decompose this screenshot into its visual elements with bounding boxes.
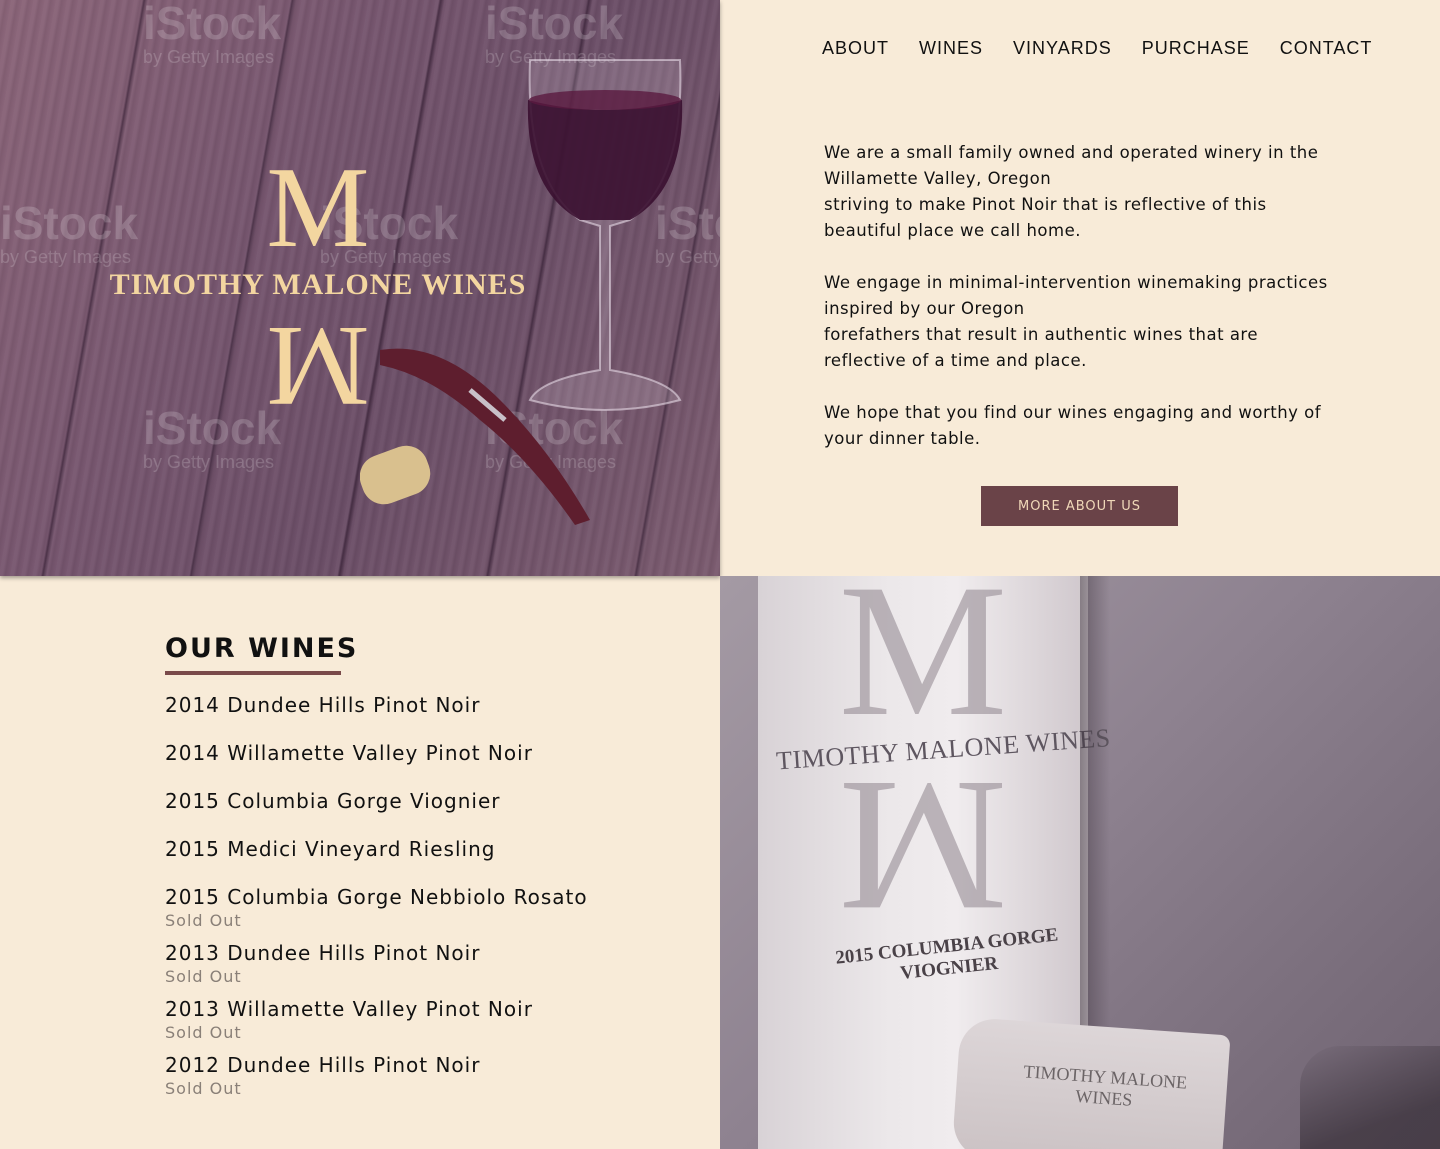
about-line: striving to make Pinot Noir that is refl… bbox=[824, 195, 1267, 214]
nav-wines[interactable]: WINES bbox=[919, 38, 983, 59]
label-monogram-m: M bbox=[838, 576, 1008, 756]
nav-purchase[interactable]: PURCHASE bbox=[1142, 38, 1250, 59]
nav-contact[interactable]: CONTACT bbox=[1280, 38, 1373, 59]
cork: TIMOTHY MALONE WINES bbox=[951, 1016, 1231, 1149]
about-line: forefathers that result in authentic win… bbox=[824, 325, 1259, 344]
logo-monogram-m: M bbox=[266, 144, 370, 272]
nav-about[interactable]: ABOUT bbox=[822, 38, 889, 59]
wine-link[interactable]: 2015 Columbia Gorge Nebbiolo Rosato bbox=[165, 883, 665, 911]
brand-logo: M TIMOTHY MALONE WINES M bbox=[100, 144, 536, 430]
watermark: iStockby Getty Images bbox=[143, 0, 282, 67]
wine-link[interactable]: 2012 Dundee Hills Pinot Noir bbox=[165, 1051, 665, 1079]
cork-wordmark: TIMOTHY MALONE WINES bbox=[1022, 1061, 1188, 1110]
about-section: We are a small family owned and operated… bbox=[824, 140, 1344, 478]
our-wines-section: OUR WINES 2014 Dundee Hills Pinot Noir 2… bbox=[165, 632, 665, 1107]
about-paragraph: We are a small family owned and operated… bbox=[824, 140, 1344, 244]
about-paragraph: We hope that you find our wines engaging… bbox=[824, 400, 1344, 452]
about-line: beautiful place we call home. bbox=[824, 221, 1081, 240]
more-about-us-button[interactable]: MORE ABOUT US bbox=[981, 486, 1178, 526]
logo-monogram-w: M bbox=[266, 302, 370, 430]
about-line: We hope that you find our wines engaging… bbox=[824, 403, 1322, 422]
wine-link[interactable]: 2015 Columbia Gorge Viognier bbox=[165, 787, 665, 815]
about-line: Willamette Valley, Oregon bbox=[824, 169, 1052, 188]
wine-link[interactable]: 2014 Dundee Hills Pinot Noir bbox=[165, 691, 665, 719]
logo-wordmark: TIMOTHY MALONE WINES bbox=[109, 268, 527, 301]
heading-underline bbox=[165, 671, 341, 675]
our-wines-heading: OUR WINES bbox=[165, 633, 359, 664]
wine-link[interactable]: 2013 Willamette Valley Pinot Noir bbox=[165, 995, 665, 1023]
hero-image: iStock by Getty Images iStock by Getty Ima… bbox=[0, 0, 720, 576]
nav-vinyards[interactable]: VINYARDS bbox=[1013, 38, 1112, 59]
sold-out-label: Sold Out bbox=[165, 1079, 242, 1098]
wine-link[interactable]: 2014 Willamette Valley Pinot Noir bbox=[165, 739, 665, 767]
bottle-photo: M M TIMOTHY MALONE WINES 2015 COLUMBIA G… bbox=[720, 576, 1440, 1149]
main-nav: ABOUT WINES VINYARDS PURCHASE CONTACT bbox=[822, 38, 1372, 59]
about-line: your dinner table. bbox=[824, 429, 981, 448]
sold-out-label: Sold Out bbox=[165, 1023, 242, 1042]
about-line: inspired by our Oregon bbox=[824, 299, 1025, 318]
sold-out-label: Sold Out bbox=[165, 967, 242, 986]
about-line: We engage in minimal-intervention winema… bbox=[824, 273, 1328, 292]
wine-link[interactable]: 2013 Dundee Hills Pinot Noir bbox=[165, 939, 665, 967]
corkscrew-shadow bbox=[1300, 1046, 1440, 1149]
about-line: reflective of a time and place. bbox=[824, 351, 1087, 370]
label-monogram-w: M bbox=[838, 741, 1008, 951]
about-line: We are a small family owned and operated… bbox=[824, 143, 1319, 162]
about-paragraph: We engage in minimal-intervention winema… bbox=[824, 270, 1344, 374]
sold-out-label: Sold Out bbox=[165, 911, 242, 930]
wine-link[interactable]: 2015 Medici Vineyard Riesling bbox=[165, 835, 665, 863]
